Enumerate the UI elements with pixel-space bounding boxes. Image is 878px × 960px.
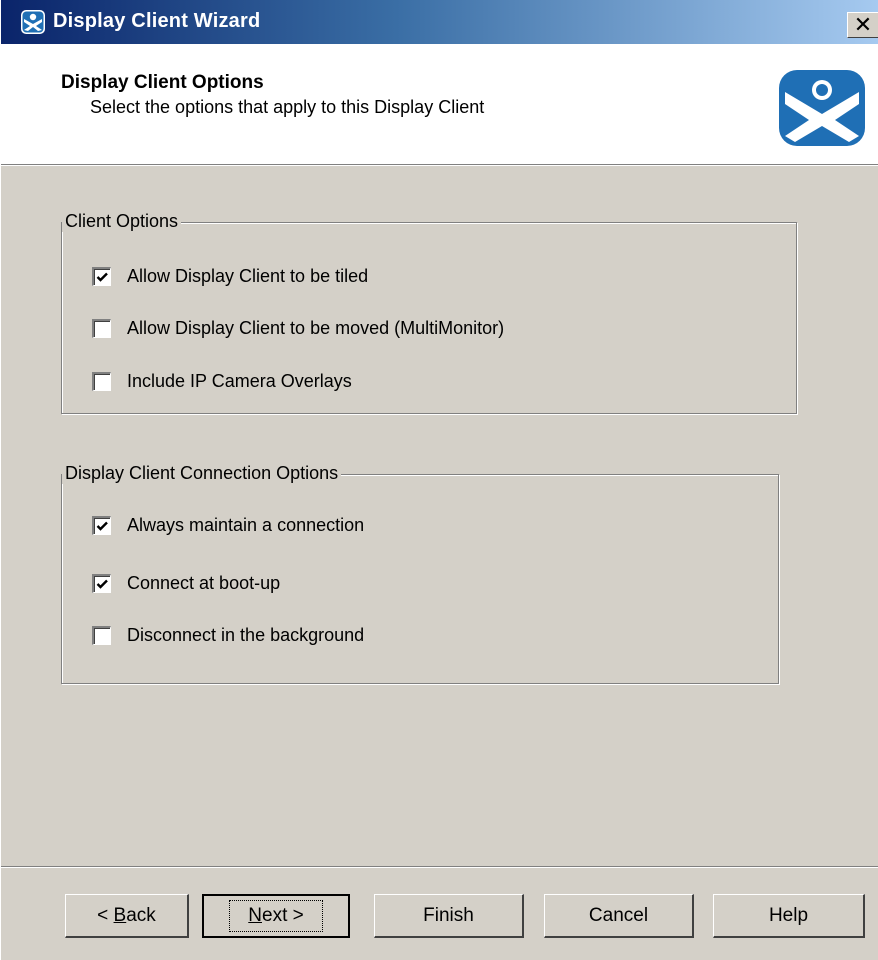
- footer-divider: [1, 866, 878, 868]
- header-divider: [1, 164, 878, 166]
- checkmark-icon: [96, 579, 108, 589]
- checkbox-allow-moved[interactable]: Allow Display Client to be moved (MultiM…: [92, 318, 504, 339]
- back-button[interactable]: < Back: [65, 894, 189, 938]
- app-icon: [21, 10, 45, 34]
- client-options-label: Client Options: [62, 211, 182, 232]
- next-button-label: Next >: [229, 900, 323, 932]
- checkbox-ip-camera-overlays[interactable]: Include IP Camera Overlays: [92, 371, 352, 392]
- checkbox-box[interactable]: [92, 319, 111, 338]
- next-button[interactable]: Next >: [202, 894, 350, 938]
- checkbox-label: Allow Display Client to be moved (MultiM…: [127, 318, 505, 338]
- thinmanager-logo-icon: [779, 70, 865, 146]
- checkbox-label: Connect at boot-up: [127, 573, 281, 593]
- close-icon: ✕: [853, 12, 873, 37]
- checkbox-box[interactable]: [92, 626, 111, 645]
- checkbox-always-maintain[interactable]: Always maintain a connection: [92, 515, 364, 536]
- checkbox-label: Disconnect in the background: [127, 625, 365, 645]
- checkbox-box[interactable]: [92, 516, 111, 535]
- finish-button[interactable]: Finish: [374, 894, 524, 938]
- cancel-button-label: Cancel: [588, 904, 649, 926]
- window-title: Display Client Wizard: [53, 10, 261, 32]
- checkbox-label: Include IP Camera Overlays: [127, 371, 352, 391]
- checkbox-allow-tiled[interactable]: Allow Display Client to be tiled: [92, 266, 368, 287]
- checkmark-icon: [96, 272, 108, 282]
- checkbox-box[interactable]: [92, 267, 111, 286]
- wizard-header: Display Client Options Select the option…: [1, 44, 878, 164]
- wizard-window: Display Client Wizard ✕ Display Client O…: [0, 0, 878, 960]
- checkbox-label: Always maintain a connection: [127, 515, 365, 535]
- connection-options-label: Display Client Connection Options: [62, 463, 342, 484]
- checkbox-disconnect-background[interactable]: Disconnect in the background: [92, 625, 364, 646]
- checkbox-box[interactable]: [92, 574, 111, 593]
- close-button[interactable]: ✕: [847, 12, 878, 38]
- help-button[interactable]: Help: [713, 894, 865, 938]
- cancel-button[interactable]: Cancel: [544, 894, 694, 938]
- checkbox-connect-boot[interactable]: Connect at boot-up: [92, 573, 280, 594]
- help-button-label: Help: [768, 904, 809, 926]
- checkbox-box[interactable]: [92, 372, 111, 391]
- checkmark-icon: [96, 521, 108, 531]
- title-bar[interactable]: Display Client Wizard ✕: [1, 0, 878, 44]
- page-title: Display Client Options: [61, 72, 264, 93]
- page-subtitle: Select the options that apply to this Di…: [90, 97, 485, 117]
- checkbox-label: Allow Display Client to be tiled: [127, 266, 369, 286]
- back-button-label: < Back: [97, 904, 156, 926]
- finish-button-label: Finish: [423, 904, 474, 926]
